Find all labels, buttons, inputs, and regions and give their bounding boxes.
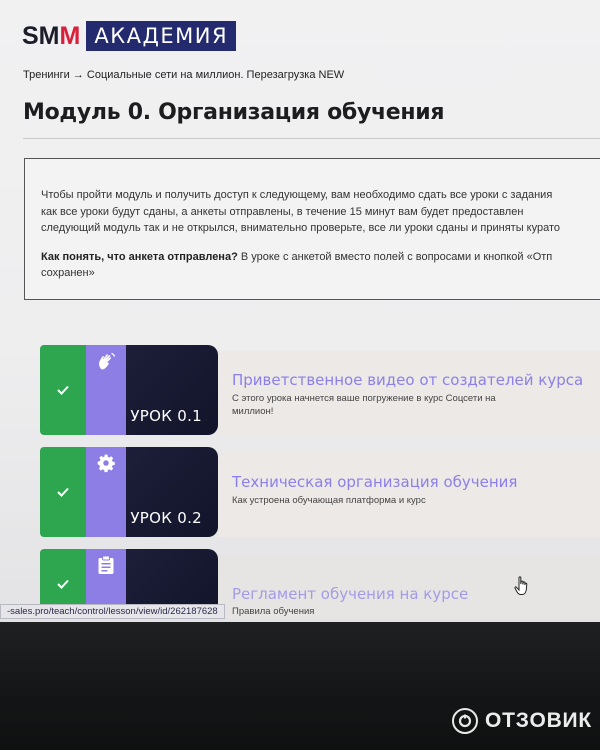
module-info-question: Как понять, что анкета отправлена? В уро… [41, 249, 600, 281]
info-line: Чтобы пройти модуль и получить доступ к … [41, 189, 553, 201]
lesson-body[interactable]: Техническая организация обучения Как уст… [218, 453, 600, 537]
lesson-icon-strip [86, 345, 126, 435]
lesson-body[interactable]: Регламент обучения на курсе Правила обуч… [218, 555, 600, 619]
lesson-title[interactable]: Регламент обучения на курсе [232, 585, 468, 603]
lesson-icon-strip [86, 447, 126, 537]
otzovik-text: ОТЗОВИК [485, 709, 593, 732]
lesson-card-0-1[interactable]: УРОК 0.1 Приветственное видео от создате… [40, 345, 600, 435]
logo-smm-text: SMM [22, 21, 81, 50]
status-bar-url: -sales.pro/teach/control/lesson/view/id/… [0, 604, 225, 619]
module-info-box: Чтобы пройти модуль и получить доступ к … [24, 158, 600, 300]
check-icon [40, 345, 86, 435]
lesson-title[interactable]: Приветственное видео от создателей курса [232, 371, 583, 389]
browser-viewport: SMM АКАДЕМИЯ Тренинги → Социальные сети … [0, 0, 600, 622]
lesson-thumbnail[interactable]: УРОК 0.2 [126, 447, 218, 537]
hand-cursor-icon [514, 576, 530, 601]
waving-hand-icon [95, 351, 117, 435]
lesson-card-0-2[interactable]: УРОК 0.2 Техническая организация обучени… [40, 447, 600, 537]
otzovik-logo-icon [452, 708, 478, 734]
lesson-description: Правила обучения [232, 606, 315, 617]
lesson-body[interactable]: Приветственное видео от создателей курса… [218, 351, 600, 435]
module-info-text: Чтобы пройти модуль и получить доступ к … [41, 187, 600, 237]
gear-icon [96, 453, 116, 537]
lesson-description: Как устроена обучающая платформа и курс [232, 495, 426, 506]
lesson-title[interactable]: Техническая организация обучения [232, 473, 517, 491]
check-icon [40, 447, 86, 537]
info-question-bold: Как понять, что анкета отправлена? [41, 251, 238, 263]
info-line: как все уроки будут сданы, а анкеты отпр… [41, 205, 524, 218]
lesson-description: С этого урока начнется ваше погружение в… [232, 393, 496, 417]
info-question-line2: сохранен» [41, 267, 95, 279]
page-title: Модуль 0. Организация обучения [23, 100, 445, 125]
logo-akademia-badge: АКАДЕМИЯ [86, 21, 237, 51]
smm-academy-logo[interactable]: SMM АКАДЕМИЯ [22, 20, 237, 52]
lesson-thumbnail[interactable]: УРОК 0.1 [126, 345, 218, 435]
breadcrumb[interactable]: Тренинги → Социальные сети на миллион. П… [23, 69, 344, 81]
info-line: следующий модуль так и не открылся, вним… [41, 222, 560, 234]
lesson-number: УРОК 0.1 [130, 407, 202, 425]
otzovik-watermark: ОТЗОВИК [452, 708, 592, 734]
lesson-number: УРОК 0.2 [130, 509, 202, 527]
title-divider [23, 138, 600, 139]
info-question-rest: В уроке с анкетой вместо полей с вопроса… [237, 251, 553, 263]
